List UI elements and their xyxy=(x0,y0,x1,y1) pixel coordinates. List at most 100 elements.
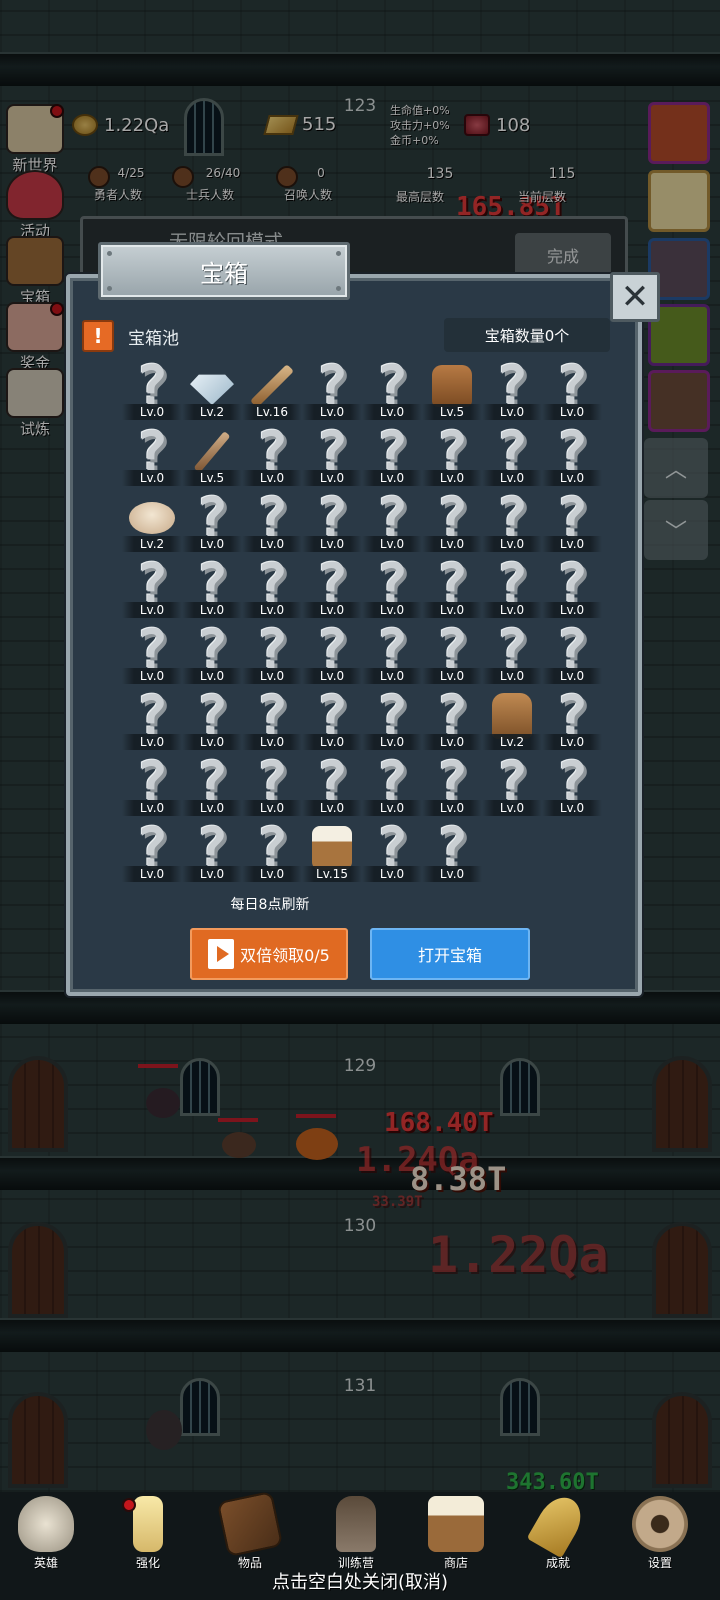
chest-pool-slot[interactable]: ? Lv.0 xyxy=(482,750,542,822)
chest-pool-slot[interactable]: ? Lv.0 xyxy=(482,425,542,492)
chest-pool-slot[interactable]: ? Lv.0 xyxy=(242,623,302,690)
chest-pool-slot[interactable]: ? Lv.0 xyxy=(122,821,182,888)
unknown-item-icon: ? xyxy=(128,750,176,813)
question-mark-icon: ? xyxy=(555,750,589,813)
chest-pool-slot[interactable]: Lv.15 xyxy=(302,822,362,888)
chest-pool-slot[interactable]: ? Lv.0 xyxy=(182,755,242,822)
chest-pool-slot[interactable]: ? Lv.0 xyxy=(422,821,482,888)
close-button[interactable]: ✕ xyxy=(610,272,660,322)
chest-pool-slot[interactable]: ? Lv.0 xyxy=(122,689,182,756)
chest-pool-slot[interactable]: ? Lv.0 xyxy=(362,491,422,558)
alert-icon[interactable]: ! xyxy=(82,320,114,352)
chest-pool-slot[interactable]: ? Lv.0 xyxy=(182,821,242,888)
question-mark-icon: ? xyxy=(195,618,229,681)
chest-pool-slot[interactable]: ? Lv.0 xyxy=(122,623,182,690)
chest-pool-slot[interactable]: ? Lv.0 xyxy=(242,425,302,492)
unknown-item-icon: ? xyxy=(368,491,416,545)
chest-pool-slot[interactable]: ? Lv.0 xyxy=(542,750,602,822)
item-level: Lv.0 xyxy=(182,668,242,684)
chest-pool-slot[interactable]: ? Lv.0 xyxy=(182,557,242,624)
question-mark-icon: ? xyxy=(255,750,289,813)
chest-pool-slot[interactable]: ? Lv.0 xyxy=(362,623,422,690)
chest-pool-slot[interactable]: ? Lv.0 xyxy=(242,816,302,888)
chest-pool-slot[interactable]: ? Lv.0 xyxy=(122,425,182,492)
tap-to-close-hint[interactable]: 点击空白处关闭(取消) xyxy=(0,1568,720,1594)
nav-items[interactable]: 物品 xyxy=(210,1490,290,1571)
chest-pool-slot[interactable]: ? Lv.0 xyxy=(302,425,362,492)
question-mark-icon: ? xyxy=(135,750,169,813)
chest-pool-slot[interactable]: ? Lv.0 xyxy=(182,491,242,558)
chest-pool-slot[interactable]: ? Lv.0 xyxy=(362,755,422,822)
chest-pool-slot[interactable]: Lv.5 xyxy=(422,360,482,426)
chest-pool-slot[interactable]: ? Lv.0 xyxy=(542,491,602,558)
item-level: Lv.0 xyxy=(242,470,302,486)
item-level: Lv.0 xyxy=(182,800,242,816)
chest-pool-slot[interactable]: Lv.2 xyxy=(182,360,242,426)
chest-pool-grid: ? Lv.0 Lv.2 Lv.16? Lv.0? Lv.0 Lv.5? Lv.0? Lv.0? L… xyxy=(122,354,602,888)
chest-pool-slot[interactable]: ? Lv.0 xyxy=(422,689,482,756)
chest-pool-slot[interactable]: ? Lv.0 xyxy=(302,491,362,558)
chest-pool-slot[interactable]: ? Lv.0 xyxy=(242,750,302,822)
chest-pool-slot[interactable]: ? Lv.0 xyxy=(302,689,362,756)
unknown-item-icon: ? xyxy=(308,623,356,677)
chest-pool-slot[interactable]: ? Lv.0 xyxy=(242,689,302,756)
chest-pool-slot[interactable]: ? Lv.0 xyxy=(422,623,482,690)
item-level: Lv.2 xyxy=(182,404,242,420)
question-mark-icon: ? xyxy=(255,816,289,879)
chest-pool-slot[interactable]: ? Lv.0 xyxy=(242,491,302,558)
nav-settings[interactable]: 设置 xyxy=(620,1496,700,1571)
chest-pool-slot[interactable]: ? Lv.0 xyxy=(122,359,182,426)
chest-pool-slot[interactable]: ? Lv.0 xyxy=(542,425,602,492)
chest-pool-slot[interactable]: ? Lv.0 xyxy=(482,491,542,558)
question-mark-icon: ? xyxy=(495,750,529,813)
chest-pool-slot[interactable]: ? Lv.0 xyxy=(362,359,422,426)
chest-pool-slot[interactable]: ? Lv.0 xyxy=(122,557,182,624)
nav-shop[interactable]: 商店 xyxy=(416,1496,496,1571)
item-level: Lv.0 xyxy=(362,470,422,486)
chest-pool-slot[interactable]: Lv.16 xyxy=(242,360,302,426)
item-level: Lv.0 xyxy=(122,734,182,750)
chest-pool-slot[interactable]: Lv.5 xyxy=(182,426,242,492)
unknown-item-icon: ? xyxy=(548,689,596,743)
chest-pool-slot[interactable]: ? Lv.0 xyxy=(362,557,422,624)
chest-pool-slot[interactable]: ? Lv.0 xyxy=(302,623,362,690)
question-mark-icon: ? xyxy=(495,354,529,417)
chest-pool-slot[interactable]: ? Lv.0 xyxy=(362,689,422,756)
item-level: Lv.0 xyxy=(122,800,182,816)
unknown-item-icon: ? xyxy=(548,557,596,611)
chest-pool-slot[interactable]: ? Lv.0 xyxy=(302,755,362,822)
chest-pool-slot[interactable]: ? Lv.0 xyxy=(482,623,542,690)
chest-pool-slot[interactable]: ? Lv.0 xyxy=(482,557,542,624)
unknown-item-icon: ? xyxy=(368,755,416,809)
chest-pool-slot[interactable]: ? Lv.0 xyxy=(422,425,482,492)
chest-pool-slot[interactable]: ? Lv.0 xyxy=(182,689,242,756)
nav-upgrade[interactable]: 强化 xyxy=(108,1496,188,1571)
chest-pool-slot[interactable]: Lv.2 xyxy=(482,690,542,756)
chest-pool-slot[interactable]: ? Lv.0 xyxy=(182,618,242,690)
chest-pool-slot[interactable]: ? Lv.0 xyxy=(122,750,182,822)
nav-heroes[interactable]: 英雄 xyxy=(6,1496,86,1571)
chest-pool-slot[interactable]: ? Lv.0 xyxy=(542,623,602,690)
chest-pool-slot[interactable]: ? Lv.0 xyxy=(422,755,482,822)
chest-pool-slot[interactable]: ? Lv.0 xyxy=(422,557,482,624)
chest-pool-slot[interactable]: ? Lv.0 xyxy=(302,359,362,426)
chest-pool-slot[interactable]: ? Lv.0 xyxy=(482,354,542,426)
item-level: Lv.2 xyxy=(482,734,542,750)
item-level: Lv.0 xyxy=(362,734,422,750)
chest-pool-slot[interactable]: ? Lv.0 xyxy=(362,425,422,492)
nav-training-camp[interactable]: 训练营 xyxy=(316,1496,396,1571)
question-mark-icon: ? xyxy=(435,486,469,549)
chest-pool-slot[interactable]: ? Lv.0 xyxy=(542,359,602,426)
chest-pool-slot[interactable]: ? Lv.0 xyxy=(542,689,602,756)
nav-achievements[interactable]: 成就 xyxy=(518,1489,598,1571)
unknown-item-icon: ? xyxy=(428,557,476,611)
chest-pool-slot[interactable]: Lv.2 xyxy=(122,492,182,558)
open-chest-button[interactable]: 打开宝箱 xyxy=(370,928,530,980)
chest-pool-slot[interactable]: ? Lv.0 xyxy=(542,557,602,624)
double-claim-label: 双倍领取0/5 xyxy=(240,946,330,965)
chest-pool-slot[interactable]: ? Lv.0 xyxy=(422,486,482,558)
chest-pool-slot[interactable]: ? Lv.0 xyxy=(302,557,362,624)
double-claim-button[interactable]: 双倍领取0/5 xyxy=(190,928,348,980)
chest-pool-slot[interactable]: ? Lv.0 xyxy=(242,557,302,624)
chest-pool-slot[interactable]: ? Lv.0 xyxy=(362,821,422,888)
